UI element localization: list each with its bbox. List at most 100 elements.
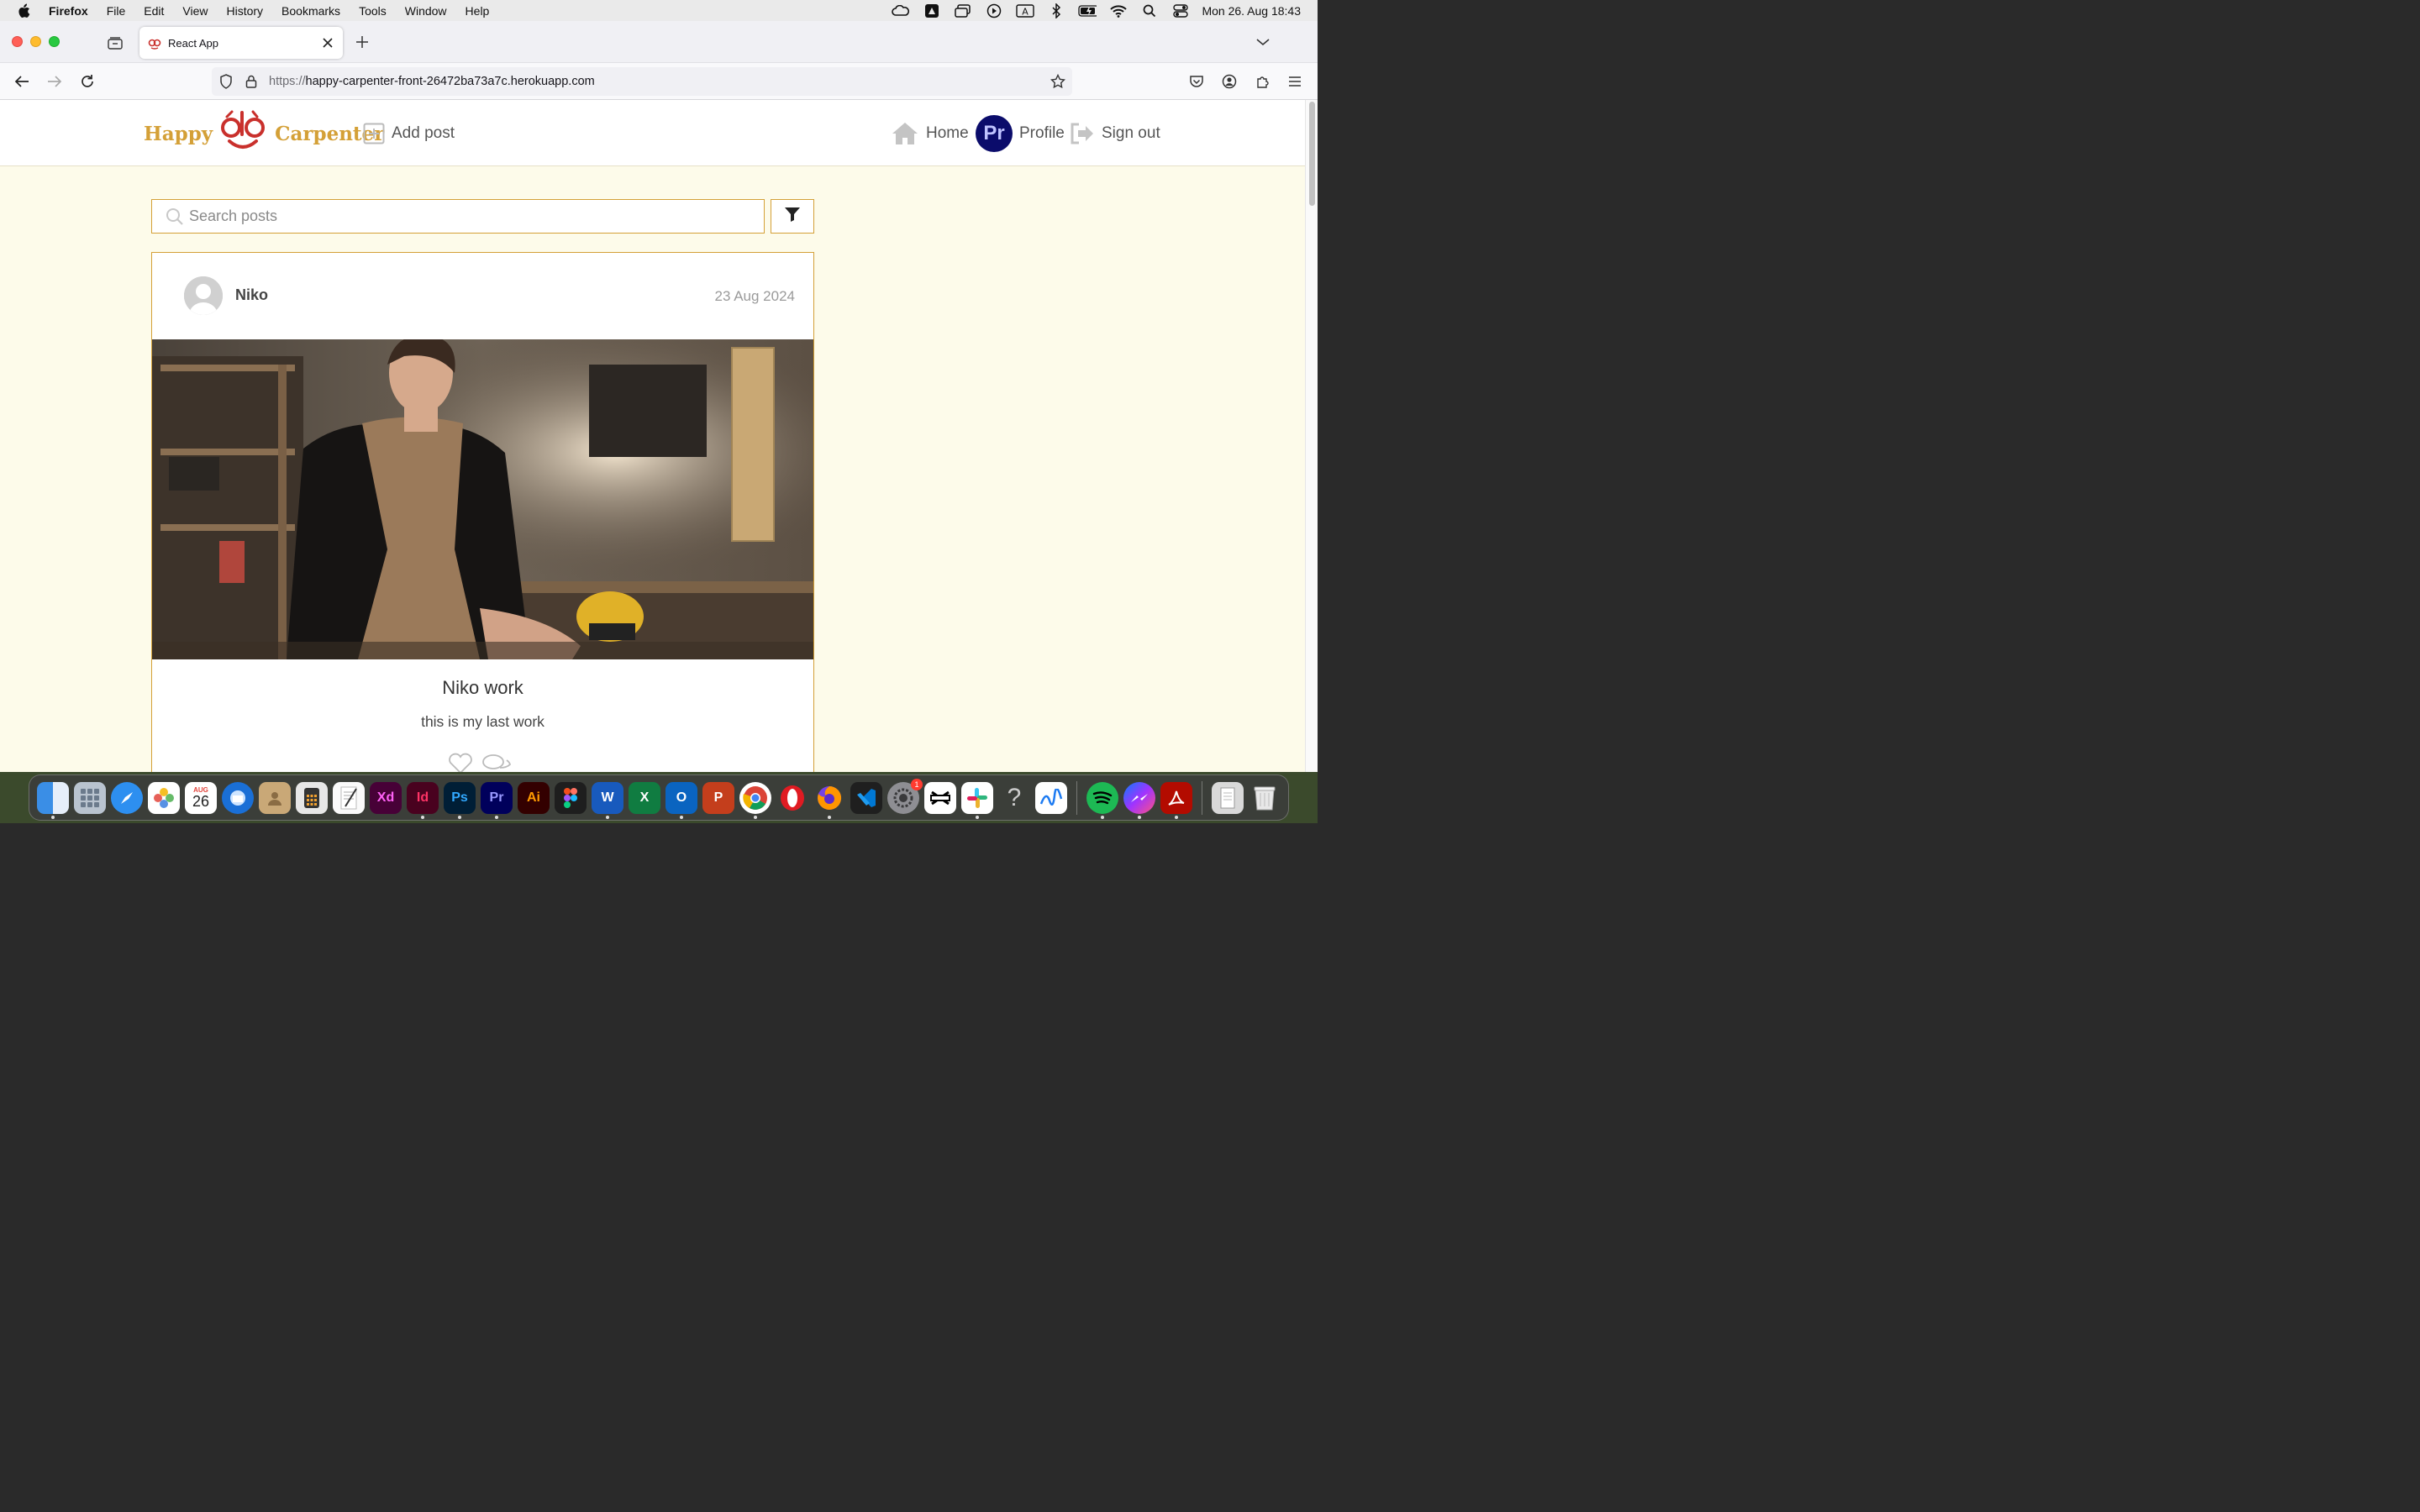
bookmark-star-icon[interactable] <box>1050 74 1065 89</box>
pocket-icon[interactable] <box>1188 73 1205 90</box>
tab-title: React App <box>168 36 218 50</box>
dock-finder-icon[interactable] <box>37 781 69 819</box>
dock-adobe-illustrator-icon[interactable]: Ai <box>518 781 550 814</box>
dock-thunderbird-icon[interactable] <box>222 781 254 814</box>
menu-help[interactable]: Help <box>466 4 490 18</box>
menubar-clock[interactable]: Mon 26. Aug 18:43 <box>1202 4 1301 18</box>
dock-word-icon[interactable]: W <box>592 781 623 819</box>
dock-textedit-icon[interactable] <box>333 781 365 814</box>
sign-out-link[interactable]: Sign out <box>1070 118 1160 149</box>
browser-nav-bar: https://happy-carpenter-front-26472ba73a… <box>0 63 1318 100</box>
url-text[interactable]: https://happy-carpenter-front-26472ba73a… <box>269 75 595 88</box>
home-link[interactable]: Home <box>891 118 969 149</box>
menu-history[interactable]: History <box>226 4 263 18</box>
play-icon[interactable] <box>985 3 1003 18</box>
menu-edit[interactable]: Edit <box>144 4 164 18</box>
new-tab-icon[interactable] <box>354 34 371 50</box>
menu-bookmarks[interactable]: Bookmarks <box>281 4 340 18</box>
menu-file[interactable]: File <box>107 4 126 18</box>
wifi-icon[interactable] <box>1109 4 1128 18</box>
dock-system-settings-icon[interactable]: 1 <box>887 778 923 814</box>
dock-outlook-icon[interactable]: O <box>666 781 697 819</box>
control-center-icon[interactable] <box>1171 3 1190 18</box>
scrollbar-thumb[interactable] <box>1309 102 1315 206</box>
padlock-icon[interactable] <box>244 74 259 89</box>
dock-figma-icon[interactable] <box>555 781 587 814</box>
dock-messenger-icon[interactable] <box>1123 781 1155 819</box>
dock-photos-icon[interactable] <box>148 781 180 814</box>
menu-tools[interactable]: Tools <box>359 4 387 18</box>
back-icon[interactable] <box>13 73 30 90</box>
dock-launchpad-icon[interactable] <box>74 781 106 814</box>
filter-button[interactable] <box>771 199 814 234</box>
post-title[interactable]: Niko work <box>152 677 813 699</box>
dock-adobe-premiere-icon[interactable]: Pr <box>481 781 513 819</box>
search-input[interactable] <box>189 207 764 225</box>
reload-icon[interactable] <box>79 73 96 90</box>
account-icon[interactable] <box>1221 73 1238 90</box>
battery-icon[interactable] <box>1078 4 1097 18</box>
tab-close-icon[interactable] <box>321 36 334 50</box>
list-all-tabs-icon[interactable] <box>1255 35 1270 49</box>
macos-dock: AUG 26 Xd Id Ps Pr Ai W X O P 1 ? <box>29 774 1289 821</box>
site-logo[interactable]: Happy Carpenter <box>144 110 384 157</box>
dock-contacts-icon[interactable] <box>259 781 291 814</box>
site-favicon-icon <box>148 36 161 50</box>
tracking-protection-shield-icon[interactable] <box>218 74 234 89</box>
window-minimize-button[interactable] <box>30 36 41 47</box>
dock-freeform-icon[interactable] <box>1035 781 1067 814</box>
dock-adobe-photoshop-icon[interactable]: Ps <box>444 781 476 819</box>
menu-view[interactable]: View <box>182 4 208 18</box>
menu-window[interactable]: Window <box>405 4 447 18</box>
dock-opera-icon[interactable] <box>776 782 808 814</box>
dock-adobe-indesign-icon[interactable]: Id <box>407 781 439 819</box>
post-image[interactable] <box>152 339 813 659</box>
app-menu-icon[interactable] <box>1286 73 1303 90</box>
firefox-view-icon[interactable] <box>106 34 124 52</box>
web-page: Happy Carpenter Add post Home Pr Profile… <box>0 100 1305 772</box>
dock-acrobat-icon[interactable] <box>1160 781 1192 819</box>
extensions-icon[interactable] <box>1255 73 1271 90</box>
bluetooth-icon[interactable] <box>1047 3 1065 18</box>
dock-trash-icon[interactable] <box>1249 782 1281 814</box>
add-post-link[interactable]: Add post <box>363 118 455 149</box>
post-body: this is my last work <box>421 713 544 730</box>
comments-icon[interactable] <box>481 753 512 772</box>
page-scrollbar[interactable] <box>1305 100 1318 772</box>
dock-downloads-stack-icon[interactable] <box>1212 781 1244 814</box>
dock-spotify-icon[interactable] <box>1086 781 1118 819</box>
profile-avatar: Pr <box>976 115 1013 152</box>
author-name[interactable]: Niko <box>235 286 268 304</box>
spotlight-search-icon[interactable] <box>1140 4 1159 18</box>
dock-capcut-icon[interactable] <box>924 781 956 814</box>
dock-help-question-icon[interactable]: ? <box>998 782 1030 814</box>
dock-adobe-xd-icon[interactable]: Xd <box>370 781 402 814</box>
creative-cloud-icon[interactable] <box>892 4 910 18</box>
author-avatar[interactable] <box>184 276 223 315</box>
dock-firefox-icon[interactable] <box>813 782 845 819</box>
post-date: 23 Aug 2024 <box>714 288 795 304</box>
apple-icon[interactable] <box>17 3 32 18</box>
search-bar[interactable] <box>151 199 765 234</box>
url-bar[interactable]: https://happy-carpenter-front-26472ba73a… <box>212 67 1072 96</box>
forward-icon[interactable] <box>46 73 63 90</box>
window-close-button[interactable] <box>12 36 23 47</box>
dock-calculator-icon[interactable] <box>296 781 328 814</box>
tab-react-app[interactable]: React App <box>139 27 343 59</box>
dock-chrome-icon[interactable] <box>739 781 771 819</box>
dock-vscode-icon[interactable] <box>850 781 882 814</box>
profile-link[interactable]: Pr Profile <box>976 114 1065 153</box>
window-zoom-button[interactable] <box>49 36 60 47</box>
post-actions <box>448 753 512 772</box>
svg-text:A: A <box>1023 6 1029 17</box>
dock-calendar-icon[interactable]: AUG 26 <box>185 781 217 814</box>
dock-powerpoint-icon[interactable]: P <box>702 781 734 814</box>
window-switcher-icon[interactable] <box>954 3 972 18</box>
dock-safari-icon[interactable] <box>111 781 143 814</box>
dock-slack-icon[interactable] <box>961 781 993 819</box>
input-source-icon[interactable]: A <box>1016 3 1035 18</box>
menu-app-name[interactable]: Firefox <box>49 4 88 18</box>
drive-icon[interactable] <box>923 3 941 18</box>
dock-excel-icon[interactable]: X <box>629 781 660 814</box>
like-heart-icon[interactable] <box>448 753 473 772</box>
